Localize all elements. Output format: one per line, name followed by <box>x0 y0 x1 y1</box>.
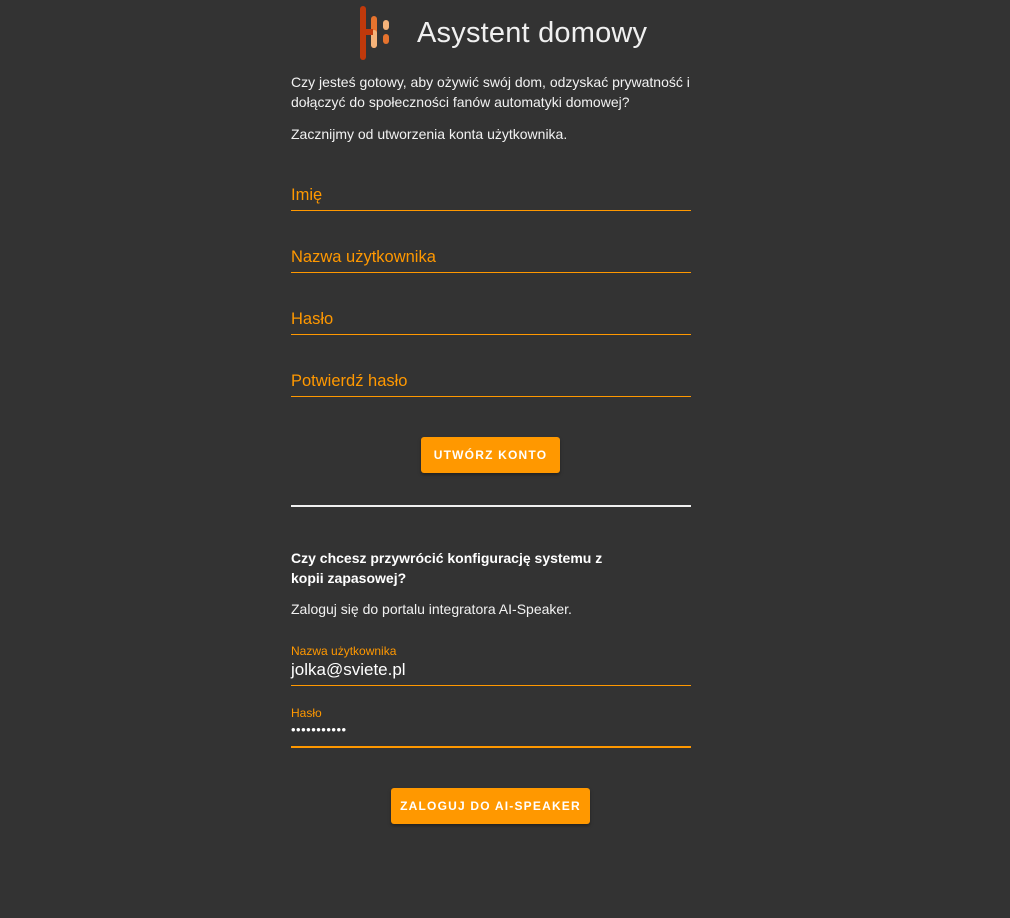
create-account-button[interactable]: UTWÓRZ KONTO <box>421 437 560 473</box>
password-field[interactable]: Hasło <box>291 310 691 335</box>
confirm-password-field-label: Potwierdź hasło <box>291 372 408 390</box>
ai-speaker-password-field[interactable]: Hasło ••••••••••• <box>291 706 691 748</box>
name-field-label: Imię <box>291 186 323 204</box>
ai-speaker-username-field[interactable]: Nazwa użytkownika jolka@sviete.pl <box>291 644 691 686</box>
password-field-label: Hasło <box>291 310 334 328</box>
start-text: Zacznijmy od utworzenia konta użytkownik… <box>291 126 568 142</box>
username-field[interactable]: Nazwa użytkownika <box>291 248 691 273</box>
ai-speaker-username-value[interactable]: jolka@sviete.pl <box>291 660 691 680</box>
welcome-text: Czy jesteś gotowy, aby ożywić swój dom, … <box>291 74 690 110</box>
app-title: Asystent domowy <box>417 16 648 49</box>
confirm-password-field[interactable]: Potwierdź hasło <box>291 372 691 397</box>
header: Asystent domowy <box>358 6 647 60</box>
name-field[interactable]: Imię <box>291 186 691 211</box>
ai-speaker-username-label: Nazwa użytkownika <box>291 644 397 658</box>
username-field-label: Nazwa użytkownika <box>291 248 436 266</box>
restore-text: Zaloguj się do portalu integratora AI-Sp… <box>291 601 572 617</box>
ai-speaker-password-value[interactable]: ••••••••••• <box>291 722 691 737</box>
home-assistant-logo-icon <box>360 6 389 60</box>
section-divider <box>291 505 691 507</box>
onboarding-page: Asystent domowy Czy jesteś gotowy, aby o… <box>0 0 1010 918</box>
ai-speaker-login-button[interactable]: ZALOGUJ DO AI-SPEAKER <box>391 788 590 824</box>
intro-section: Czy jesteś gotowy, aby ożywić swój dom, … <box>291 72 691 156</box>
restore-title: Czy chcesz przywrócić konfigurację syste… <box>291 550 603 586</box>
ai-speaker-password-label: Hasło <box>291 706 322 720</box>
